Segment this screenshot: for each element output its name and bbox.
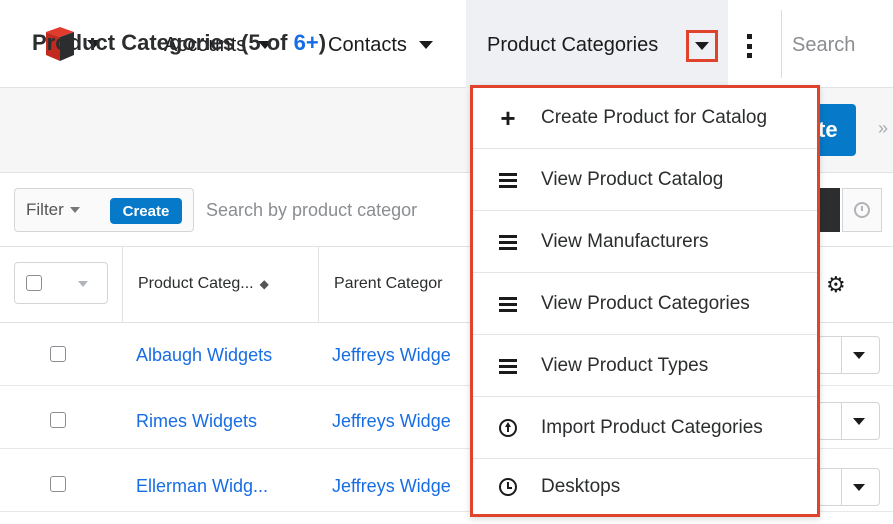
filter-label: Filter [26, 200, 64, 219]
chevron-down-icon [69, 207, 80, 213]
product-categories-dropdown-toggle[interactable] [686, 30, 718, 62]
column-header-label: Product Categ... [138, 275, 254, 292]
row-actions-dropdown[interactable] [818, 336, 880, 374]
menu-item-label: Import Product Categories [541, 417, 763, 438]
select-all-checkbox[interactable] [26, 275, 42, 291]
menu-item-label: View Product Categories [541, 293, 750, 314]
menu-item-label: Desktops [541, 476, 621, 497]
menu-item-import-product-categories[interactable]: Import Product Categories [473, 398, 817, 459]
activity-stream-button[interactable] [842, 188, 882, 232]
nav-divider [781, 10, 782, 78]
menu-item-view-product-categories[interactable]: View Product Categories [473, 274, 817, 335]
column-header-parent-category[interactable]: Parent Categor [334, 275, 443, 293]
nav-tab-contacts[interactable]: Contacts [328, 30, 433, 60]
sort-icon[interactable]: ◆ [260, 277, 269, 291]
product-categories-dropdown-menu: + Create Product for Catalog View Produc… [470, 85, 820, 517]
list-icon [497, 231, 519, 253]
chevron-down-icon[interactable] [853, 418, 865, 425]
clock-icon [497, 476, 519, 498]
menu-item-label: Create Product for Catalog [541, 107, 768, 128]
chevron-down-icon[interactable] [853, 352, 865, 359]
parent-category-link[interactable]: Jeffreys Widge [332, 476, 451, 497]
row-actions-dropdown[interactable] [818, 468, 880, 506]
plus-icon: + [500, 103, 516, 133]
more-menu-icon[interactable] [746, 34, 752, 58]
filter-search-input[interactable]: Search by product categor [206, 200, 417, 221]
gear-icon[interactable]: ⚙ [826, 272, 846, 298]
filter-dropdown[interactable]: Filter [26, 200, 80, 220]
list-icon [497, 355, 519, 377]
nav-tab-product-categories-label[interactable]: Product Categories [487, 30, 658, 60]
double-chevron-right-icon[interactable]: » [878, 118, 888, 139]
menu-item-view-product-types[interactable]: View Product Types [473, 336, 817, 397]
global-search-input[interactable]: Search [792, 30, 855, 60]
page-title-prefix: Product Categories (5 of [32, 30, 294, 55]
menu-item-desktops[interactable]: Desktops [473, 460, 817, 514]
menu-item-view-product-catalog[interactable]: View Product Catalog [473, 150, 817, 211]
column-divider [122, 247, 123, 323]
list-icon [497, 169, 519, 191]
parent-category-link[interactable]: Jeffreys Widge [332, 345, 451, 366]
menu-item-view-manufacturers[interactable]: View Manufacturers [473, 212, 817, 273]
parent-category-link[interactable]: Jeffreys Widge [332, 411, 451, 432]
chevron-down-icon[interactable] [853, 484, 865, 491]
product-category-link[interactable]: Albaugh Widgets [136, 345, 272, 366]
chevron-down-icon[interactable] [78, 281, 88, 287]
menu-item-label: View Product Types [541, 355, 709, 376]
menu-item-label: View Manufacturers [541, 231, 709, 252]
column-header-product-category[interactable]: Product Categ... ◆ [138, 275, 269, 293]
menu-item-create-product-for-catalog[interactable]: + Create Product for Catalog [473, 88, 817, 149]
nav-tab-contacts-label: Contacts [328, 33, 407, 56]
create-filter-button[interactable]: Create [110, 198, 182, 224]
chevron-down-icon [695, 42, 709, 50]
row-checkbox[interactable] [50, 412, 66, 428]
menu-item-label: View Product Catalog [541, 169, 724, 190]
row-checkbox[interactable] [50, 476, 66, 492]
product-category-link[interactable]: Ellerman Widg... [136, 476, 268, 497]
column-divider [318, 247, 319, 323]
chevron-down-icon[interactable] [418, 41, 433, 49]
page-title: Product Categories (5 of 6+) [32, 30, 326, 56]
toggle-view-button[interactable] [818, 188, 840, 232]
page-title-suffix: ) [318, 30, 327, 55]
product-category-link[interactable]: Rimes Widgets [136, 411, 257, 432]
row-actions-dropdown[interactable] [818, 402, 880, 440]
row-checkbox[interactable] [50, 346, 66, 362]
upload-circle-icon [497, 417, 519, 439]
record-count-link[interactable]: 6+ [294, 30, 319, 55]
list-icon [497, 293, 519, 315]
clock-icon [854, 202, 870, 218]
